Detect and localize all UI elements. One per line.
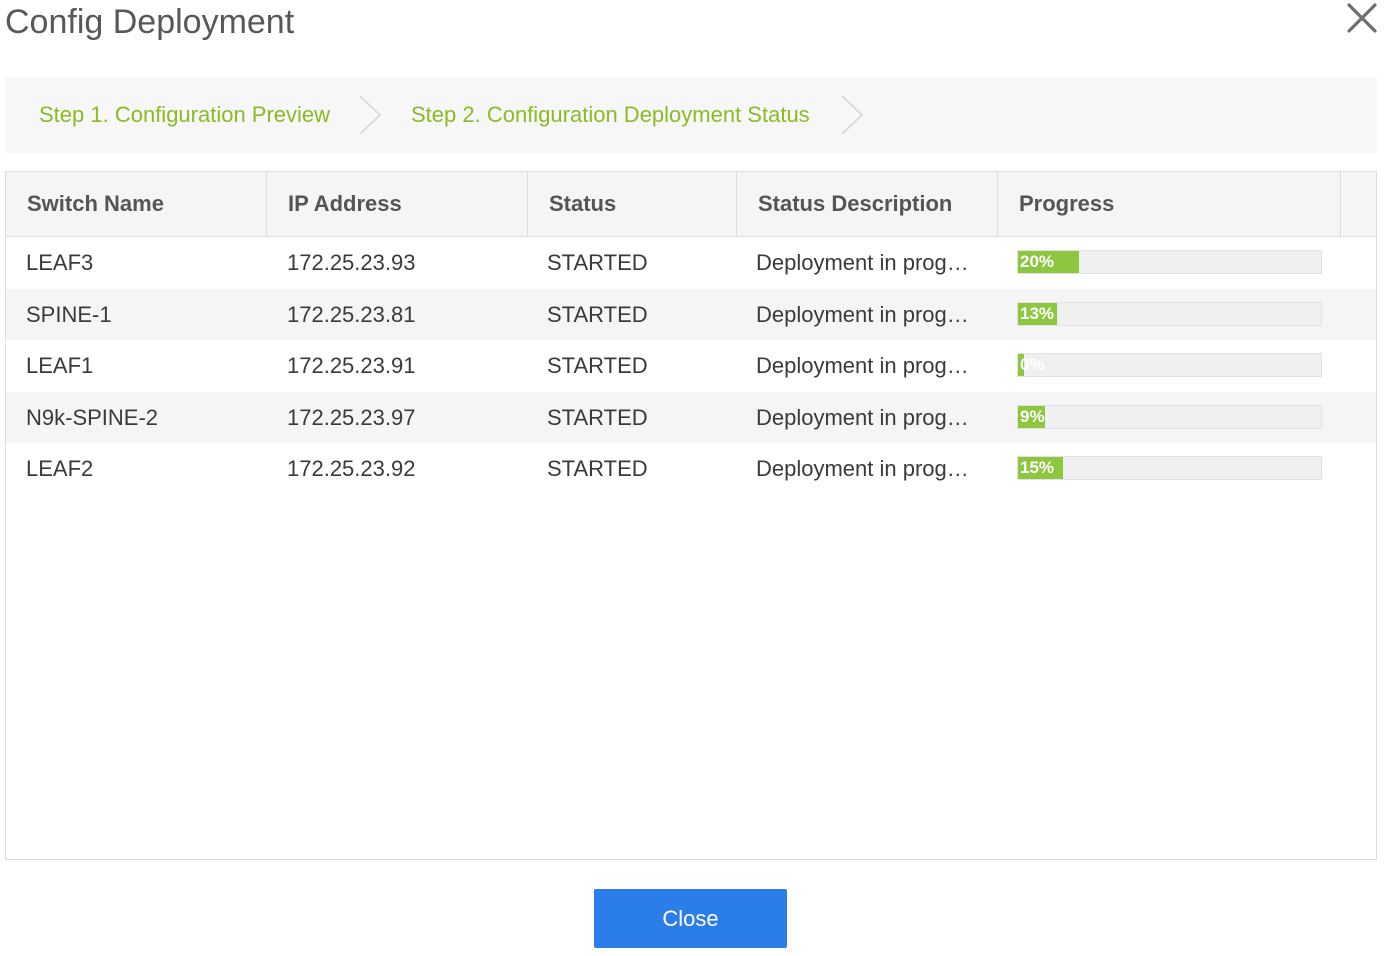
table-body: LEAF3 172.25.23.93 STARTED Deployment in… — [6, 237, 1376, 495]
table-row[interactable]: LEAF3 172.25.23.93 STARTED Deployment in… — [6, 237, 1376, 289]
switch-name-cell: LEAF2 — [26, 456, 94, 482]
dialog-title: Config Deployment — [5, 3, 295, 41]
progress-cell: 15% — [1017, 443, 1323, 495]
column-header-spacer — [1341, 172, 1376, 236]
close-icon[interactable] — [1344, 0, 1380, 36]
progress-bar: 9% — [1017, 404, 1322, 429]
column-header-switch-name[interactable]: Switch Name — [6, 172, 267, 236]
progress-label: 20% — [1020, 252, 1055, 271]
progress-bar: 0% — [1017, 353, 1322, 378]
ip-address-cell: 172.25.23.91 — [287, 353, 416, 379]
switch-name-cell: LEAF1 — [26, 353, 94, 379]
status-cell: STARTED — [547, 250, 648, 275]
status-cell: STARTED — [547, 353, 648, 379]
ip-address-cell: 172.25.23.97 — [287, 404, 416, 430]
deployment-table: Switch Name IP Address Status Status Des… — [5, 171, 1377, 860]
progress-cell: 13% — [1017, 289, 1323, 341]
column-header-status[interactable]: Status — [528, 172, 737, 236]
ip-address-cell: 172.25.23.81 — [287, 301, 416, 327]
progress-bar: 20% — [1017, 250, 1322, 274]
table-row[interactable]: SPINE-1 172.25.23.81 STARTED Deployment … — [6, 288, 1376, 341]
switch-name-cell: LEAF3 — [26, 250, 94, 275]
ip-address-cell: 172.25.23.92 — [287, 456, 416, 482]
chevron-right-icon — [358, 95, 382, 135]
status-cell: STARTED — [547, 301, 648, 327]
status-cell: STARTED — [547, 404, 648, 430]
close-button[interactable]: Close — [594, 889, 787, 948]
column-header-status-description[interactable]: Status Description — [737, 172, 998, 236]
status-description-cell: Deployment in prog… — [756, 353, 969, 379]
progress-cell: 9% — [1017, 392, 1323, 444]
progress-cell: 20% — [1017, 237, 1323, 289]
progress-cell: 0% — [1017, 340, 1323, 392]
step-deployment-status[interactable]: Step 2. Configuration Deployment Status — [411, 77, 810, 153]
column-header-progress[interactable]: Progress — [998, 172, 1341, 236]
progress-label: 9% — [1020, 406, 1045, 426]
status-description-cell: Deployment in prog… — [756, 250, 969, 275]
chevron-right-icon — [840, 95, 864, 135]
progress-label: 15% — [1020, 458, 1055, 478]
switch-name-cell: N9k-SPINE-2 — [26, 404, 159, 430]
status-description-cell: Deployment in prog… — [756, 456, 969, 482]
switch-name-cell: SPINE-1 — [26, 301, 112, 327]
progress-bar: 13% — [1017, 301, 1322, 326]
table-row[interactable]: LEAF1 172.25.23.91 STARTED Deployment in… — [6, 340, 1376, 392]
status-description-cell: Deployment in prog… — [756, 301, 969, 327]
progress-label: 0% — [1020, 355, 1045, 375]
column-header-ip-address[interactable]: IP Address — [267, 172, 528, 236]
progress-label: 13% — [1020, 303, 1055, 323]
status-description-cell: Deployment in prog… — [756, 404, 969, 430]
wizard-steps: Step 1. Configuration Preview Step 2. Co… — [5, 77, 1377, 153]
progress-bar: 15% — [1017, 456, 1322, 481]
ip-address-cell: 172.25.23.93 — [287, 250, 416, 275]
table-header: Switch Name IP Address Status Status Des… — [6, 172, 1376, 237]
step-configuration-preview[interactable]: Step 1. Configuration Preview — [39, 77, 330, 153]
table-row[interactable]: N9k-SPINE-2 172.25.23.97 STARTED Deploym… — [6, 391, 1376, 444]
table-row[interactable]: LEAF2 172.25.23.92 STARTED Deployment in… — [6, 443, 1376, 495]
status-cell: STARTED — [547, 456, 648, 482]
